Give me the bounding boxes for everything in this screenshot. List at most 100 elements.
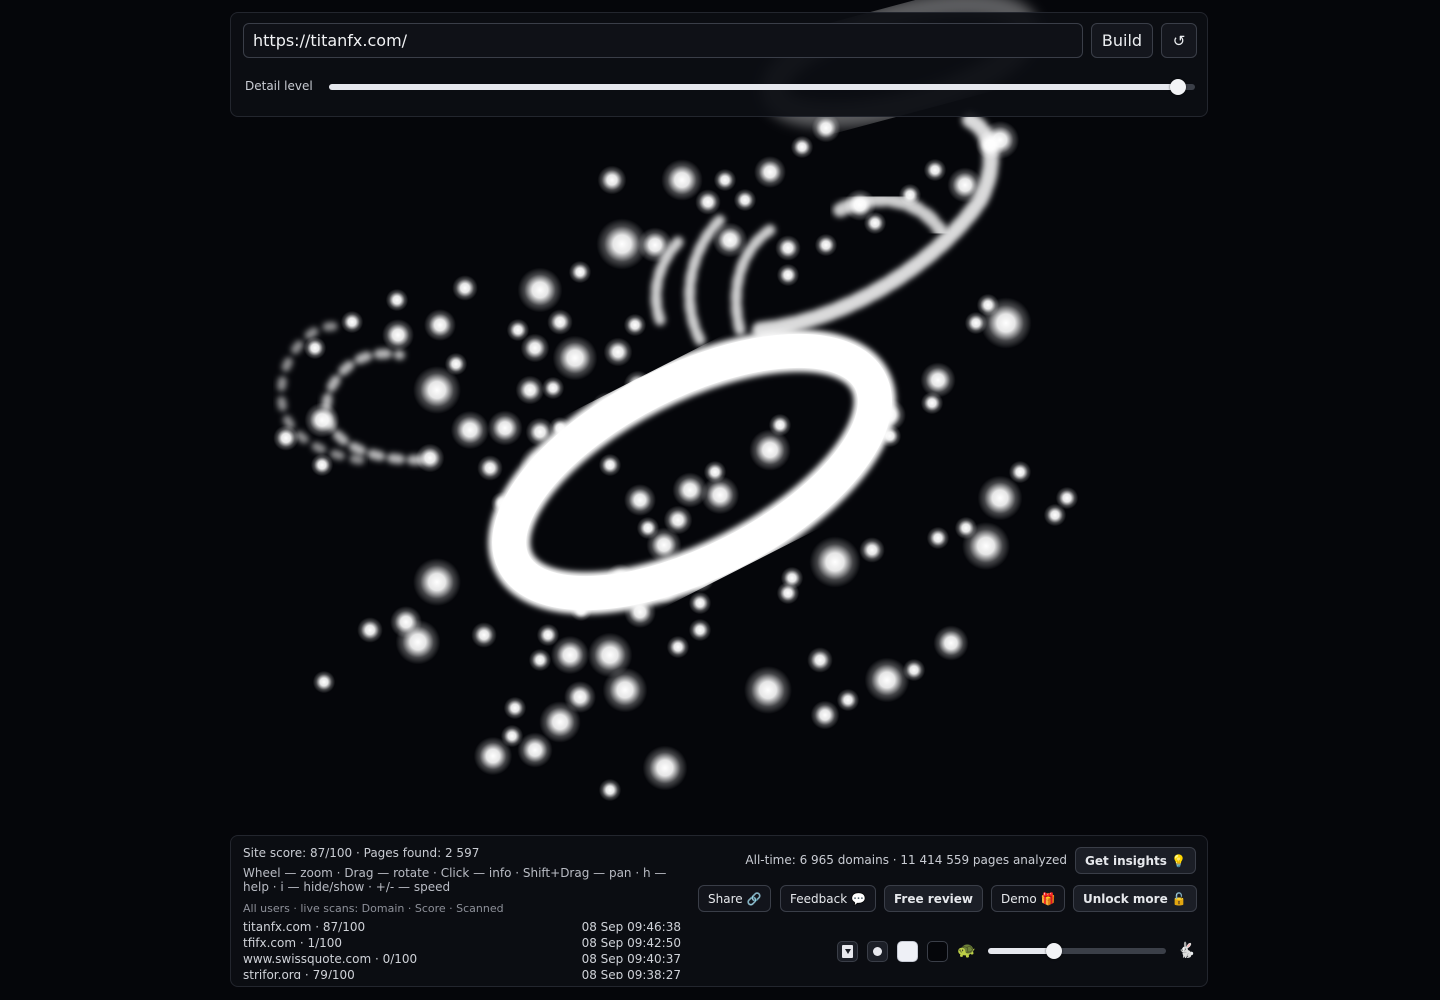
page-node[interactable]	[811, 113, 841, 143]
page-node[interactable]	[713, 168, 737, 192]
unlock-more-button[interactable]: Unlock more 🔓	[1073, 885, 1197, 912]
page-node[interactable]	[415, 443, 445, 473]
page-node[interactable]	[666, 635, 690, 659]
page-node[interactable]	[591, 392, 623, 424]
speed-slider[interactable]	[988, 943, 1166, 959]
light-theme-swatch[interactable]	[897, 941, 918, 962]
share-button[interactable]: Share 🔗	[698, 885, 772, 912]
page-node[interactable]	[650, 575, 680, 605]
page-node[interactable]	[688, 618, 712, 642]
page-node[interactable]	[413, 558, 461, 606]
page-node[interactable]	[920, 362, 956, 398]
page-node[interactable]	[933, 625, 969, 661]
page-node[interactable]	[603, 337, 633, 367]
node-style-toggle[interactable]	[867, 941, 888, 962]
page-node[interactable]	[661, 159, 703, 201]
page-node[interactable]	[598, 778, 622, 802]
page-node[interactable]	[304, 402, 340, 438]
build-button[interactable]: Build	[1091, 23, 1153, 58]
page-node[interactable]	[550, 635, 590, 675]
dark-theme-swatch[interactable]	[927, 941, 948, 962]
page-node[interactable]	[863, 211, 887, 235]
url-input[interactable]	[243, 23, 1083, 58]
page-node[interactable]	[1008, 460, 1032, 484]
page-node[interactable]	[503, 696, 527, 720]
detail-level-slider[interactable]	[329, 79, 1195, 95]
scan-row[interactable]: titanfx.com · 87/100 08 Sep 09:46:38	[243, 919, 681, 935]
page-node[interactable]	[624, 484, 656, 516]
free-review-button[interactable]: Free review	[884, 885, 984, 912]
page-node[interactable]	[642, 745, 688, 791]
page-node[interactable]	[749, 429, 791, 471]
page-node[interactable]	[310, 453, 334, 477]
page-node[interactable]	[780, 566, 804, 590]
page-node[interactable]	[776, 263, 800, 287]
page-node[interactable]	[623, 370, 653, 400]
page-node[interactable]	[303, 336, 327, 360]
page-node[interactable]	[775, 235, 801, 261]
page-node[interactable]	[548, 416, 572, 440]
page-node[interactable]	[450, 410, 490, 450]
page-node[interactable]	[385, 288, 409, 312]
page-node[interactable]	[864, 657, 910, 703]
page-node[interactable]	[980, 120, 1020, 160]
page-node[interactable]	[637, 227, 673, 263]
page-node[interactable]	[312, 670, 336, 694]
feedback-button[interactable]: Feedback 💬	[780, 885, 876, 912]
page-node[interactable]	[500, 724, 524, 748]
page-node[interactable]	[695, 189, 721, 215]
export-icon[interactable]	[837, 941, 858, 962]
page-node[interactable]	[471, 622, 497, 648]
page-node[interactable]	[733, 188, 757, 212]
page-node[interactable]	[569, 598, 593, 622]
page-node[interactable]	[487, 410, 523, 446]
page-node[interactable]	[573, 416, 597, 440]
page-node[interactable]	[273, 425, 299, 451]
page-node[interactable]	[810, 700, 840, 730]
page-node[interactable]	[515, 375, 545, 405]
page-node[interactable]	[340, 310, 364, 334]
page-node[interactable]	[597, 165, 627, 195]
page-node[interactable]	[809, 536, 861, 588]
page-node[interactable]	[923, 158, 947, 182]
page-node[interactable]	[390, 606, 422, 638]
page-node[interactable]	[790, 135, 814, 159]
page-node[interactable]	[902, 658, 926, 682]
page-node[interactable]	[744, 666, 792, 714]
scan-row[interactable]: tfifx.com · 1/100 08 Sep 09:42:50	[243, 935, 681, 951]
page-node[interactable]	[926, 526, 950, 550]
page-node[interactable]	[878, 424, 902, 448]
scan-row[interactable]: strifor.org · 79/100 08 Sep 09:38:27	[243, 967, 681, 979]
page-node[interactable]	[954, 516, 978, 540]
page-node[interactable]	[807, 647, 833, 673]
scan-row[interactable]: www.swissquote.com · 0/100 08 Sep 09:40:…	[243, 951, 681, 967]
page-node[interactable]	[598, 453, 622, 477]
page-node[interactable]	[602, 667, 648, 713]
page-node[interactable]	[541, 376, 565, 400]
page-node[interactable]	[424, 309, 456, 341]
page-node[interactable]	[568, 260, 592, 284]
page-node[interactable]	[712, 222, 748, 258]
page-node[interactable]	[947, 167, 983, 203]
page-node[interactable]	[605, 563, 635, 593]
slider-thumb[interactable]	[1169, 79, 1186, 95]
page-node[interactable]	[636, 516, 660, 540]
page-node[interactable]	[688, 591, 712, 615]
page-node[interactable]	[898, 183, 922, 207]
demo-button[interactable]: Demo 🎁	[991, 885, 1066, 912]
page-node[interactable]	[663, 505, 693, 535]
page-node[interactable]	[814, 233, 838, 257]
page-node[interactable]	[477, 455, 503, 481]
speed-thumb[interactable]	[1045, 943, 1062, 959]
page-node[interactable]	[836, 688, 860, 712]
page-node[interactable]	[517, 267, 563, 313]
page-node[interactable]	[1055, 486, 1079, 510]
page-node[interactable]	[547, 309, 573, 335]
page-node[interactable]	[623, 313, 647, 337]
page-node[interactable]	[703, 460, 727, 484]
page-node[interactable]	[681, 353, 705, 377]
page-node[interactable]	[452, 275, 478, 301]
page-node[interactable]	[859, 537, 885, 563]
page-node[interactable]	[754, 156, 786, 188]
page-node[interactable]	[685, 563, 715, 593]
